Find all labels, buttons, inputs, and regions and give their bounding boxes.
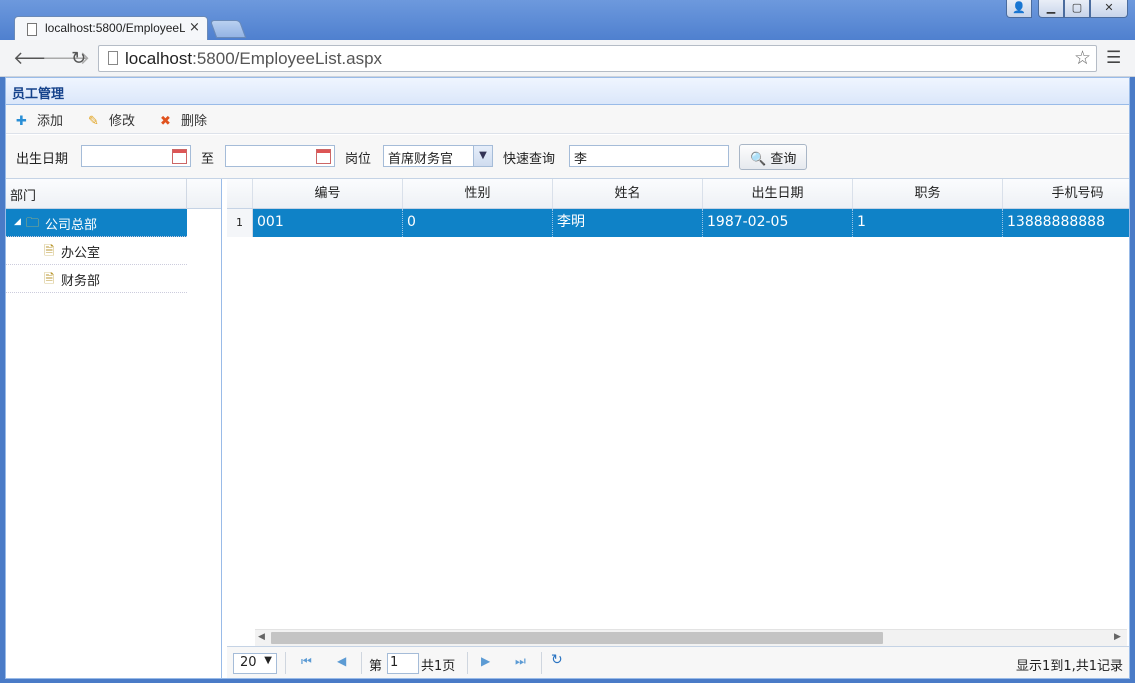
page-icon — [108, 51, 118, 65]
tree-node-label: 公司总部 — [45, 218, 98, 233]
address-bar[interactable]: localhost:5800/EmployeeList.aspx ☆ — [98, 45, 1097, 72]
tree-node-finance[interactable]: 🗎 财务部 — [6, 265, 187, 293]
first-page-icon[interactable]: ⏮ — [301, 654, 312, 669]
tree-header-divider — [186, 179, 187, 209]
maximize-button[interactable]: ▢ — [1064, 0, 1090, 18]
divider — [467, 652, 468, 674]
column-header[interactable]: 出生日期 — [703, 179, 853, 208]
rownum-header — [227, 179, 253, 208]
close-tab-icon[interactable]: × — [189, 20, 200, 35]
menu-icon[interactable]: ☰ — [1106, 48, 1121, 68]
birth-date-label: 出生日期 — [16, 152, 69, 167]
position-label: 岗位 — [345, 152, 372, 167]
browser-titlebar: localhost:5800/EmployeeList.aspx × 👤 ▁ ▢… — [0, 0, 1135, 41]
calendar-icon[interactable] — [316, 149, 331, 164]
page-total: 共1页 — [421, 659, 456, 674]
filter-bar: 出生日期 至 岗位 首席财务官 ▼ 快速查询 李 🔍 查询 — [6, 135, 1129, 179]
tree-node-company[interactable]: ◢ 🗀 公司总部 — [6, 209, 187, 237]
page: 员工管理 ✚ 添加 ✎ 修改 ✖ 删除 出生日期 至 岗位 首席财务官 ▼ 快速查询 李… — [5, 77, 1130, 679]
tree-node-label: 财务部 — [61, 274, 101, 289]
document-icon: 🗎 — [44, 244, 55, 259]
chevron-down-icon[interactable]: ▼ — [473, 146, 492, 166]
table-cell: 001 — [253, 209, 403, 237]
table-cell: 1 — [853, 209, 1003, 237]
page-size-select[interactable]: 20 ▼ — [233, 653, 277, 674]
scroll-right-icon[interactable]: ▶ — [1114, 632, 1121, 642]
birth-to-field[interactable] — [225, 145, 335, 167]
tree-node-label: 办公室 — [61, 246, 101, 261]
row-number: 1 — [227, 209, 253, 237]
table-cell: 13888888888 — [1007, 214, 1105, 230]
address-text[interactable]: localhost:5800/EmployeeList.aspx — [125, 49, 382, 69]
table-cell: 0 — [403, 209, 553, 237]
divider — [541, 652, 542, 674]
page-number-input[interactable]: 1 — [387, 653, 419, 674]
scrollbar-thumb[interactable] — [271, 632, 883, 644]
column-header[interactable]: 职务 — [853, 179, 1003, 208]
panel-title: 员工管理 — [12, 87, 65, 102]
page-icon — [27, 23, 37, 36]
table-cell: 李明 — [553, 209, 703, 237]
column-header[interactable]: 编号 — [253, 179, 403, 208]
table-row[interactable]: 001 0 李明 1987-02-05 1 13888888888 — [253, 209, 1129, 237]
browser-tab[interactable]: localhost:5800/EmployeeList.aspx × — [14, 16, 208, 41]
chevron-down-icon: ▼ — [264, 655, 272, 666]
divider — [285, 652, 286, 674]
action-bar: ✚ 添加 ✎ 修改 ✖ 删除 — [6, 105, 1129, 134]
document-icon: 🗎 — [44, 272, 55, 287]
tree-header-label: 部门 — [10, 189, 37, 204]
expand-icon[interactable]: ◢ — [14, 217, 21, 227]
pagination-bar: 20 ▼ ⏮ ◀ 第 1 共1页 ▶ ⏭ ↻ 显示1到1,共1记录 — [227, 646, 1129, 678]
add-button[interactable]: ✚ 添加 — [16, 110, 63, 129]
minimize-button[interactable]: ▁ — [1038, 0, 1064, 18]
column-header[interactable]: 手机号码 — [1003, 179, 1129, 208]
divider — [361, 652, 362, 674]
browser-toolbar: 🡐 🡒 ↻ localhost:5800/EmployeeList.aspx ☆… — [0, 40, 1135, 77]
edit-button[interactable]: ✎ 修改 — [88, 110, 135, 129]
pencil-icon: ✎ — [88, 114, 99, 129]
plus-icon: ✚ — [16, 114, 27, 129]
grid-header: 编号 性别 姓名 出生日期 职务 手机号码 — [227, 179, 1129, 209]
scroll-left-icon[interactable]: ◀ — [258, 632, 265, 642]
delete-button[interactable]: ✖ 删除 — [160, 110, 207, 129]
user-icon[interactable]: 👤 — [1006, 0, 1032, 18]
record-summary: 显示1到1,共1记录 — [1016, 659, 1123, 674]
prev-page-icon[interactable]: ◀ — [337, 654, 346, 668]
bookmark-star-icon[interactable]: ☆ — [1074, 47, 1091, 69]
folder-icon: 🗀 — [26, 216, 40, 231]
search-button[interactable]: 🔍 查询 — [739, 144, 807, 170]
delete-icon: ✖ — [160, 114, 171, 129]
tab-title: localhost:5800/EmployeeList.aspx — [45, 21, 185, 35]
calendar-icon[interactable] — [172, 149, 187, 164]
refresh-icon[interactable]: ↻ — [551, 652, 563, 668]
reload-icon[interactable]: ↻ — [71, 48, 86, 69]
quick-search-input[interactable]: 李 — [569, 145, 729, 167]
search-icon: 🔍 — [750, 152, 767, 167]
panel-header: 员工管理 — [6, 78, 1129, 105]
horizontal-scrollbar[interactable]: ◀ ▶ — [255, 629, 1127, 646]
next-page-icon[interactable]: ▶ — [481, 654, 490, 668]
column-header[interactable]: 姓名 — [553, 179, 703, 208]
birth-from-field[interactable] — [81, 145, 191, 167]
position-select[interactable]: 首席财务官 ▼ — [383, 145, 493, 167]
tree-header: 部门 — [6, 179, 221, 209]
new-tab-button[interactable] — [209, 20, 247, 38]
quick-search-label: 快速查询 — [503, 152, 556, 167]
table-cell: 1987-02-05 — [703, 209, 853, 237]
department-tree: 部门 ◢ 🗀 公司总部 🗎 办公室 🗎 财务部 — [6, 179, 222, 678]
close-window-button[interactable]: ✕ — [1090, 0, 1128, 18]
last-page-icon[interactable]: ⏭ — [515, 654, 526, 669]
page-prefix: 第 — [369, 659, 383, 674]
tree-node-office[interactable]: 🗎 办公室 — [6, 237, 187, 265]
to-label: 至 — [201, 152, 215, 167]
column-header[interactable]: 性别 — [403, 179, 553, 208]
employee-grid: 编号 性别 姓名 出生日期 职务 手机号码 1 001 0 李明 1987-02… — [227, 179, 1129, 678]
